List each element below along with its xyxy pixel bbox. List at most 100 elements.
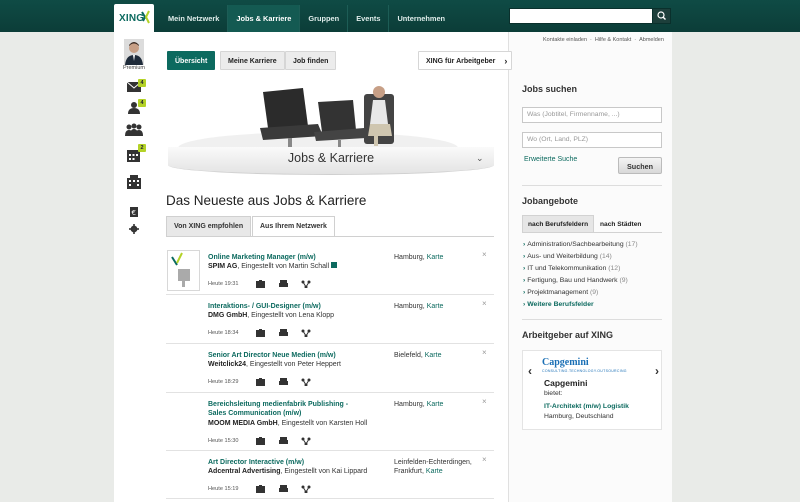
share-icon[interactable] (301, 437, 311, 446)
logout-link[interactable]: Abmelden (639, 37, 664, 43)
share-icon[interactable] (301, 485, 311, 494)
job-company-line: MOOM MEDIA GmbH, Eingestellt von Karsten… (208, 419, 367, 428)
search-jobs-button[interactable]: Suchen (618, 157, 662, 174)
hero-title: Jobs & Karriere (287, 151, 375, 165)
settings-gear-icon[interactable] (129, 224, 139, 238)
job-title[interactable]: Interaktions- / GUI-Designer (m/w) (208, 302, 358, 311)
category-link[interactable]: › IT und Telekommunikation (12) (523, 265, 620, 272)
close-icon[interactable]: × (482, 397, 487, 406)
job-company-line: Adcentral Advertising, Eingestellt von K… (208, 467, 367, 476)
employer-name[interactable]: Capgemini (544, 378, 587, 388)
save-job-icon[interactable] (256, 378, 266, 386)
more-categories-link[interactable]: › Weitere Berufsfelder (523, 301, 594, 308)
print-icon[interactable] (279, 329, 289, 337)
job-title[interactable]: Art Director Interactive (m/w) (208, 458, 358, 467)
tab-nach-staedten[interactable]: nach Städten (594, 215, 648, 232)
map-link[interactable]: Karte (427, 254, 444, 261)
chevron-down-icon[interactable]: ⌄ (476, 153, 484, 164)
companies-icon[interactable] (126, 175, 142, 189)
offer-tabs-divider (522, 232, 662, 233)
print-icon[interactable] (279, 485, 289, 493)
save-job-icon[interactable] (256, 437, 266, 445)
job-row[interactable]: Interaktions- / GUI-Designer (m/w) DMG G… (166, 295, 494, 344)
jobs-search-title: Jobs suchen (522, 84, 578, 94)
job-title[interactable]: Senior Art Director Neue Medien (m/w) (208, 351, 358, 360)
job-location: Hamburg, Karte (394, 254, 444, 261)
job-row[interactable]: Senior Art Director Neue Medien (m/w) We… (166, 344, 494, 393)
category-link[interactable]: › Administration/Sachbearbeitung (17) (523, 241, 638, 248)
job-company[interactable]: Adcentral Advertising (208, 468, 280, 475)
map-link[interactable]: Karte (426, 468, 443, 475)
advanced-search-link[interactable]: Erweiterte Suche (524, 156, 577, 163)
save-job-icon[interactable] (256, 485, 266, 493)
what-input[interactable]: Was (Jobtitel, Firmenname, ...) (522, 107, 662, 123)
tab-uebersicht[interactable]: Übersicht (167, 51, 216, 70)
map-link[interactable]: Karte (427, 303, 444, 310)
share-icon[interactable] (301, 329, 311, 338)
print-icon[interactable] (279, 378, 289, 386)
job-title[interactable]: Bereichsleitung medienfabrik Publishing … (208, 400, 358, 419)
tab-job-finden[interactable]: Job finden (285, 51, 337, 70)
chevron-right-icon: › (523, 241, 526, 248)
invite-contacts-link[interactable]: Kontakte einladen (543, 37, 587, 43)
job-row[interactable]: Bereichsleitung medienfabrik Publishing … (166, 393, 494, 451)
chevron-right-icon: › (504, 56, 508, 66)
share-icon[interactable] (301, 280, 311, 289)
job-offers-title: Jobangebote (522, 196, 579, 206)
job-row[interactable]: Online Marketing Manager (m/w) SPIM AG, … (166, 246, 494, 295)
nav-gruppen[interactable]: Gruppen (300, 5, 349, 32)
category-link[interactable]: › Fertigung, Bau und Handwerk (9) (523, 277, 628, 284)
chevron-right-icon: › (523, 253, 526, 260)
close-icon[interactable]: × (482, 348, 487, 357)
right-divider (522, 319, 662, 320)
utility-links: Kontakte einladen · Hilfe & Kontakt · Abmeld… (543, 37, 664, 43)
payment-icon[interactable]: € (129, 207, 139, 221)
where-input[interactable]: Wo (Ort, Land, PLZ) (522, 132, 662, 148)
global-search-input[interactable] (509, 8, 653, 24)
close-icon[interactable]: × (482, 250, 487, 259)
job-company[interactable]: MOOM MEDIA GmbH (208, 420, 278, 427)
contacts-badge: 4 (138, 99, 146, 107)
premium-label: Premium (122, 65, 145, 71)
category-link[interactable]: › Aus- und Weiterbildung (14) (523, 253, 612, 260)
job-company-line: DMG GmbH, Eingestellt von Lena Klopp (208, 311, 334, 320)
tab-meine-karriere[interactable]: Meine Karriere (220, 51, 285, 70)
tab-nach-berufsfeldern[interactable]: nach Berufsfeldern (522, 215, 595, 232)
job-company[interactable]: Weitclick24 (208, 361, 246, 368)
nav-jobs-karriere[interactable]: Jobs & Karriere (228, 5, 301, 32)
nav-mein-netzwerk[interactable]: Mein Netzwerk (160, 5, 229, 32)
category-link[interactable]: › Projektmanagement (9) (523, 289, 598, 296)
save-job-icon[interactable] (256, 329, 266, 337)
job-title[interactable]: Online Marketing Manager (m/w) (208, 253, 358, 262)
job-company[interactable]: DMG GmbH (208, 312, 247, 319)
prev-arrow-icon[interactable]: ‹ (528, 364, 532, 378)
subtab-aus-ihrem-netzwerk[interactable]: Aus Ihrem Netzwerk (252, 216, 335, 236)
map-link[interactable]: Karte (425, 352, 442, 359)
print-icon[interactable] (279, 280, 289, 288)
employer-job-link[interactable]: IT-Architekt (m/w) Logistik (544, 403, 629, 410)
next-arrow-icon[interactable]: › (655, 364, 659, 378)
tab-xing-fuer-arbeitgeber-label: XING für Arbeitgeber (426, 58, 496, 65)
xing-logo[interactable]: XING (114, 4, 154, 32)
subtab-von-xing-empfohlen[interactable]: Von XING empfohlen (166, 216, 252, 236)
job-company[interactable]: SPIM AG (208, 263, 237, 270)
nav-events[interactable]: Events (348, 5, 390, 32)
job-location: Hamburg, Karte (394, 401, 444, 408)
linkedin-badge-icon (331, 262, 338, 268)
avatar[interactable] (124, 39, 144, 65)
map-link[interactable]: Karte (427, 401, 444, 408)
save-job-icon[interactable] (256, 280, 266, 288)
search-button[interactable] (652, 8, 671, 24)
search-icon (657, 11, 666, 20)
chevron-right-icon: › (523, 301, 526, 308)
close-icon[interactable]: × (482, 455, 487, 464)
nav-unternehmen[interactable]: Unternehmen (389, 5, 453, 32)
tab-xing-fuer-arbeitgeber[interactable]: XING für Arbeitgeber › (418, 51, 513, 70)
print-icon[interactable] (279, 437, 289, 445)
help-contact-link[interactable]: Hilfe & Kontakt (595, 37, 631, 43)
close-icon[interactable]: × (482, 299, 487, 308)
job-row[interactable]: Art Director Interactive (m/w) Adcentral… (166, 451, 494, 499)
capgemini-logo-tagline: CONSULTING.TECHNOLOGY.OUTSOURCING (542, 369, 627, 373)
network-icon[interactable] (124, 123, 144, 137)
share-icon[interactable] (301, 378, 311, 387)
